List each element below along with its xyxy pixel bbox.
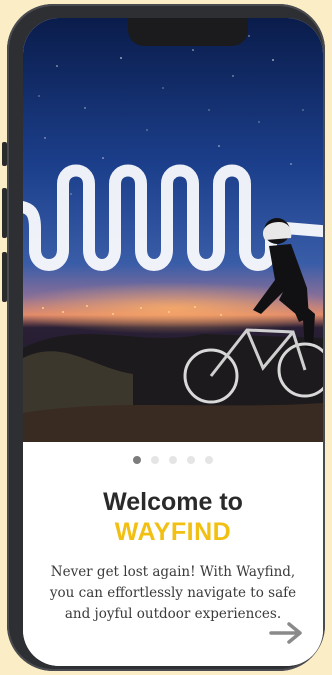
pagination-dot-2[interactable] (151, 456, 159, 464)
welcome-title: Welcome to (103, 488, 243, 516)
onboarding-panel: Welcome to WAYFIND Never get lost again!… (23, 442, 323, 666)
pagination-dot-1[interactable] (133, 456, 141, 464)
onboarding-screen: Welcome to WAYFIND Never get lost again!… (23, 18, 323, 666)
camera-notch (128, 18, 248, 46)
onboarding-description: Never get lost again! With Wayfind, you … (49, 564, 297, 622)
pagination-dot-4[interactable] (187, 456, 195, 464)
brand-name: WAYFIND (114, 518, 232, 546)
pagination-dots (23, 456, 323, 464)
arrow-right-icon (269, 622, 302, 644)
pagination-dot-5[interactable] (205, 456, 213, 464)
next-button[interactable] (267, 620, 307, 646)
hero-image (23, 18, 323, 442)
phone-frame: Welcome to WAYFIND Never get lost again!… (7, 4, 325, 671)
pagination-dot-3[interactable] (169, 456, 177, 464)
